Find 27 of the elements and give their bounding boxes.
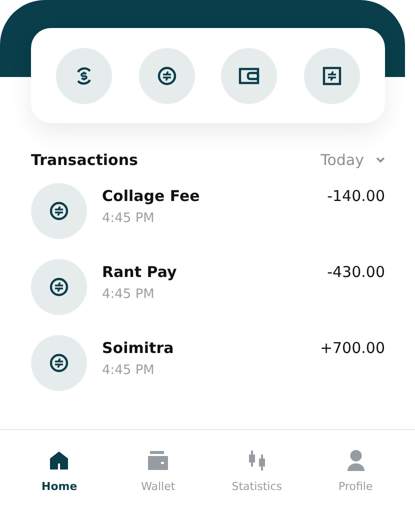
transaction-amount: -140.00 — [327, 187, 385, 205]
nav-tab[interactable]: Profile — [316, 430, 396, 510]
date-filter-dropdown[interactable]: Today — [320, 151, 385, 169]
nav-tab[interactable]: Home — [19, 430, 100, 510]
transfer-frame-icon — [322, 66, 342, 86]
section-title: Transactions — [31, 151, 138, 169]
wallet-icon — [148, 450, 168, 471]
transfer-icon — [49, 277, 69, 297]
transaction-amount: -430.00 — [327, 263, 385, 281]
caret-icon — [376, 157, 385, 163]
transaction-name: Rant Pay — [102, 263, 178, 281]
home-icon — [49, 450, 70, 471]
transfer-icon — [156, 66, 177, 86]
transfer-icon — [49, 201, 69, 221]
transaction-time: 4:45 PM — [102, 287, 156, 302]
nav-tab[interactable]: Statistics — [216, 430, 297, 510]
nav-tab[interactable]: Wallet — [118, 430, 198, 510]
transaction-time: 4:45 PM — [102, 363, 156, 378]
profile-icon — [346, 450, 365, 471]
transfer-icon — [49, 353, 69, 373]
transaction-amount: +700.00 — [320, 339, 385, 357]
wallet-icon — [238, 66, 260, 86]
transaction-name: Soimitra — [102, 339, 175, 357]
dollar-cycle-icon — [74, 66, 94, 86]
candlestick-icon — [246, 450, 267, 471]
transaction-time: 4:45 PM — [102, 211, 156, 226]
transaction-name: Collage Fee — [102, 187, 201, 205]
